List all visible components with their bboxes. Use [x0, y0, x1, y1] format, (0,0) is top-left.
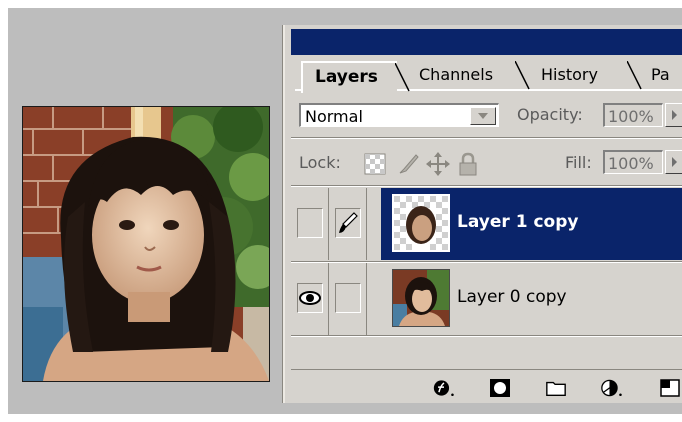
child-photo — [23, 107, 269, 381]
lock-image-icon[interactable] — [396, 151, 420, 177]
lock-transparency-icon[interactable] — [364, 153, 386, 175]
palette-tabs: Layers Channels History Pa — [295, 59, 682, 93]
brush-icon — [339, 212, 358, 233]
chevron-right-icon — [672, 157, 677, 167]
divider — [291, 335, 682, 337]
new-set-icon[interactable] — [545, 378, 567, 398]
photo-thumbnail-image — [393, 270, 449, 326]
tab-history[interactable]: History — [529, 61, 642, 90]
fill-slider-button[interactable] — [665, 150, 682, 174]
layer-name[interactable]: Layer 1 copy — [457, 212, 578, 232]
layer-thumbnail — [392, 269, 450, 327]
visibility-toggle[interactable] — [291, 188, 329, 260]
layers-bottom-toolbar — [291, 369, 682, 404]
transparent-thumbnail-image — [394, 196, 448, 250]
blend-mode-select[interactable]: Normal — [299, 103, 499, 127]
blend-mode-dropdown-button[interactable] — [470, 107, 496, 125]
layer-row-layer-0-copy[interactable]: Layer 0 copy — [291, 263, 682, 335]
opacity-value: 100% — [608, 107, 654, 126]
lock-all-icon[interactable] — [457, 151, 479, 177]
blend-mode-value: Normal — [305, 107, 363, 126]
palette-title-bar[interactable] — [291, 29, 682, 55]
layer-row-layer-1-copy[interactable]: Layer 1 copy — [291, 188, 682, 260]
eye-icon — [299, 291, 321, 305]
visibility-box — [297, 283, 323, 313]
layers-palette: Layers Channels History Pa Normal Opacit… — [283, 25, 682, 403]
document-image — [22, 106, 270, 382]
chevron-down-icon — [478, 113, 488, 119]
visibility-box — [297, 208, 323, 238]
divider — [291, 185, 682, 187]
link-toggle[interactable] — [329, 188, 367, 260]
fill-label: Fill: — [565, 153, 592, 172]
link-toggle[interactable] — [329, 263, 367, 335]
lock-label: Lock: — [299, 153, 341, 172]
chevron-right-icon — [672, 110, 677, 120]
lock-position-icon[interactable] — [425, 151, 451, 177]
opacity-slider-button[interactable] — [665, 103, 682, 127]
layer-thumbnail — [392, 194, 450, 252]
fill-value: 100% — [608, 154, 654, 173]
opacity-field[interactable]: 100% — [603, 103, 663, 127]
visibility-toggle[interactable] — [291, 263, 329, 335]
layer-mask-icon[interactable] — [489, 378, 511, 398]
layer-name[interactable]: Layer 0 copy — [457, 287, 567, 307]
divider — [291, 137, 682, 139]
tab-paths[interactable]: Pa — [639, 61, 682, 89]
tab-label: Pa — [651, 65, 670, 84]
adjustment-layer-icon[interactable] — [601, 378, 623, 398]
new-layer-icon[interactable] — [659, 378, 681, 398]
fill-field[interactable]: 100% — [603, 150, 663, 174]
tab-channels[interactable]: Channels — [407, 61, 530, 90]
layer-style-icon[interactable] — [433, 378, 455, 398]
tab-label: Layers — [315, 67, 378, 87]
tab-label: History — [541, 65, 598, 84]
link-box — [335, 283, 361, 313]
link-box — [335, 208, 361, 238]
tab-layers[interactable]: Layers — [301, 61, 410, 93]
opacity-label: Opacity: — [517, 105, 583, 124]
tab-label: Channels — [419, 65, 494, 84]
